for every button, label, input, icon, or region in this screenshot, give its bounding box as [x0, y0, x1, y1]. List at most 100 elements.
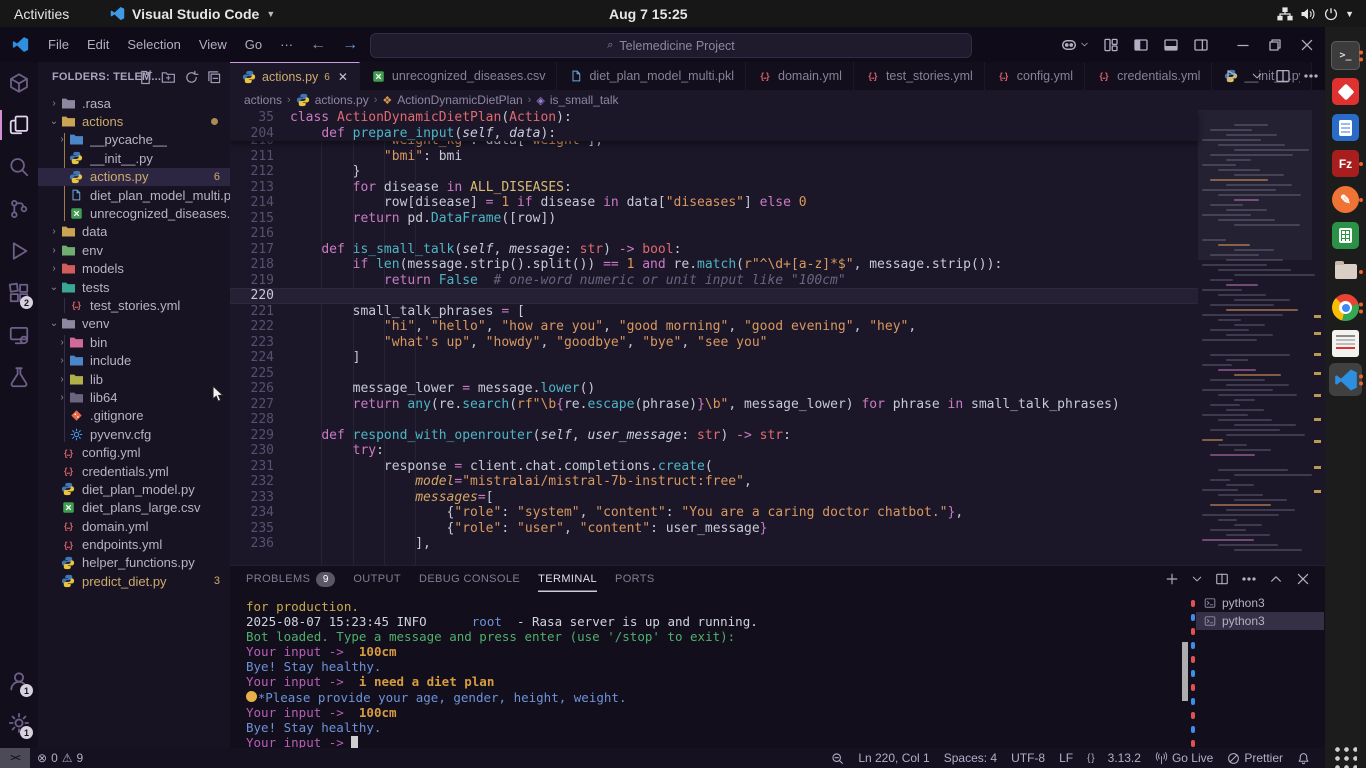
breadcrumb[interactable]: actions›actions.py›❖ActionDynamicDietPla… [230, 90, 1325, 110]
explorer-icon[interactable] [0, 104, 38, 146]
vscode-app-icon[interactable] [1329, 363, 1362, 396]
account-icon[interactable]: 1 [0, 660, 38, 702]
tree-item-unrecognized-diseases-csv[interactable]: unrecognized_diseases.csv [38, 204, 230, 222]
copilot-icon[interactable] [1060, 36, 1089, 54]
breadcrumb-item[interactable]: actions.py [315, 93, 369, 107]
tree-item-include[interactable]: ›include [38, 351, 230, 369]
tab-actions-py[interactable]: actions.py6✕ [230, 62, 360, 91]
layout-grid-icon[interactable] [1103, 37, 1119, 53]
minimize-icon[interactable] [1235, 37, 1251, 53]
collapse-all-icon[interactable] [207, 70, 222, 85]
indentation[interactable]: Spaces: 4 [937, 748, 1004, 768]
tree-item-bin[interactable]: ›bin [38, 333, 230, 351]
tree-item-config-yml[interactable]: {..}config.yml [38, 443, 230, 461]
python-version[interactable]: 3.13.2 [1101, 748, 1148, 768]
tab-test-stories-yml[interactable]: {..}test_stories.yml [854, 62, 985, 90]
tree-item-domain-yml[interactable]: {..}domain.yml [38, 517, 230, 535]
close-icon[interactable]: ✕ [338, 70, 348, 84]
tab-unrecognized-diseases-csv[interactable]: unrecognized_diseases.csv [360, 62, 558, 90]
panel-tab-output[interactable]: OUTPUT [353, 566, 401, 592]
tree-item-lib64[interactable]: ›lib64 [38, 388, 230, 406]
more-icon[interactable] [1303, 68, 1319, 84]
tree-item-models[interactable]: ›models [38, 260, 230, 278]
more-icon[interactable] [1241, 571, 1257, 587]
back-arrow-icon[interactable]: ← [302, 36, 334, 54]
scrollbar-thumb[interactable] [1182, 642, 1188, 701]
testing-icon[interactable] [0, 356, 38, 398]
tree-item--gitignore[interactable]: .gitignore [38, 407, 230, 425]
tree-item-pyvenv-cfg[interactable]: pyvenv.cfg [38, 425, 230, 443]
tab-domain-yml[interactable]: {..}domain.yml [746, 62, 854, 90]
terminal-app-icon[interactable]: >_ [1329, 39, 1362, 72]
tree-item-actions-py[interactable]: actions.py6 [38, 168, 230, 186]
vscode-logo-icon[interactable] [12, 36, 29, 53]
breadcrumb-item[interactable]: actions [244, 93, 282, 107]
sidebar-left-icon[interactable] [1133, 37, 1149, 53]
restore-icon[interactable] [1267, 37, 1283, 53]
breadcrumb-item[interactable]: ActionDynamicDietPlan [397, 93, 522, 107]
chrome-app-icon[interactable] [1329, 291, 1362, 324]
tree-item-env[interactable]: ›env [38, 241, 230, 259]
red-media-app-icon[interactable] [1329, 75, 1362, 108]
notifications[interactable] [1290, 748, 1317, 768]
refresh-icon[interactable] [184, 70, 199, 85]
terminal-instance[interactable]: python3 [1196, 594, 1324, 612]
tab-diet-plan-model-multi-pkl[interactable]: diet_plan_model_multi.pkl [557, 62, 746, 90]
tree-item-diet-plan-model-py[interactable]: diet_plan_model.py [38, 480, 230, 498]
overview-ruler[interactable] [1312, 110, 1325, 565]
sidebar-right-icon[interactable] [1193, 37, 1209, 53]
files-app-icon[interactable] [1329, 255, 1362, 288]
calc-app-icon[interactable] [1329, 219, 1362, 252]
menu-go[interactable]: Go [236, 37, 271, 52]
panel-tab-ports[interactable]: PORTS [615, 566, 655, 592]
cube-icon[interactable] [0, 62, 38, 104]
extensions-icon[interactable]: 2 [0, 272, 38, 314]
tree-item-data[interactable]: ›data [38, 223, 230, 241]
terminal-output[interactable]: for production.2025-08-07 15:23:45 INFO … [246, 599, 758, 750]
run-icon[interactable] [1223, 68, 1239, 84]
system-tray[interactable]: ▼ [1277, 0, 1354, 27]
clock[interactable]: Aug 7 15:25 [609, 0, 688, 27]
run-debug-icon[interactable] [0, 230, 38, 272]
split-terminal-icon[interactable] [1215, 572, 1229, 586]
app-menu[interactable]: Visual Studio Code ▼ [110, 0, 275, 27]
language-mode[interactable]: { } [1080, 748, 1100, 768]
remote-explorer-icon[interactable] [0, 314, 38, 356]
tree-item-venv[interactable]: ⌄venv [38, 315, 230, 333]
new-file-icon[interactable] [138, 70, 153, 85]
tree-item--rasa[interactable]: ›.rasa [38, 94, 230, 112]
app-grid-icon[interactable] [1333, 745, 1357, 768]
terminal-scrollbar[interactable] [1182, 596, 1188, 746]
filezilla-app-icon[interactable]: Fz [1329, 147, 1362, 180]
tab-credentials-yml[interactable]: {..}credentials.yml [1085, 62, 1212, 90]
panel-tab-terminal[interactable]: TERMINAL [538, 566, 597, 592]
panel-bottom-icon[interactable] [1163, 37, 1179, 53]
tree-item---pycache--[interactable]: ›__pycache__ [38, 131, 230, 149]
menu-selection[interactable]: Selection [118, 37, 189, 52]
menu-[interactable]: ··· [271, 37, 302, 52]
tree-item---init---py[interactable]: __init__.py [38, 149, 230, 167]
panel-tab-debug-console[interactable]: DEBUG CONSOLE [419, 566, 520, 592]
cursor-position[interactable]: Ln 220, Col 1 [851, 748, 936, 768]
close-icon[interactable] [1299, 37, 1315, 53]
terminal-instance[interactable]: python3 [1196, 612, 1324, 630]
tree-item-lib[interactable]: ›lib [38, 370, 230, 388]
editor[interactable]: 210 "weight_kg": data["weight"],211 "bmi… [230, 110, 1325, 565]
minimap[interactable] [1198, 110, 1312, 565]
draw-app-icon[interactable]: ✎ [1329, 183, 1362, 216]
new-folder-icon[interactable] [161, 70, 176, 85]
go-live[interactable]: Go Live [1148, 748, 1220, 768]
menu-view[interactable]: View [190, 37, 236, 52]
settings-gear-icon[interactable]: 1 [0, 702, 38, 744]
command-center-search[interactable]: ⌕ Telemedicine Project [370, 33, 972, 58]
chevron-up-icon[interactable] [1269, 572, 1283, 586]
remote-indicator[interactable]: >< [0, 748, 30, 768]
chevron-down-icon[interactable] [1191, 573, 1203, 585]
problems-status[interactable]: ⊗0 ⚠9 [30, 748, 90, 768]
close-icon[interactable] [1295, 571, 1311, 587]
tree-item-diet-plans-large-csv[interactable]: diet_plans_large.csv [38, 499, 230, 517]
tree-item-actions[interactable]: ⌄actions [38, 112, 230, 130]
activities-button[interactable]: Activities [14, 0, 69, 27]
docviewer-app-icon[interactable] [1329, 327, 1362, 360]
menu-edit[interactable]: Edit [78, 37, 118, 52]
